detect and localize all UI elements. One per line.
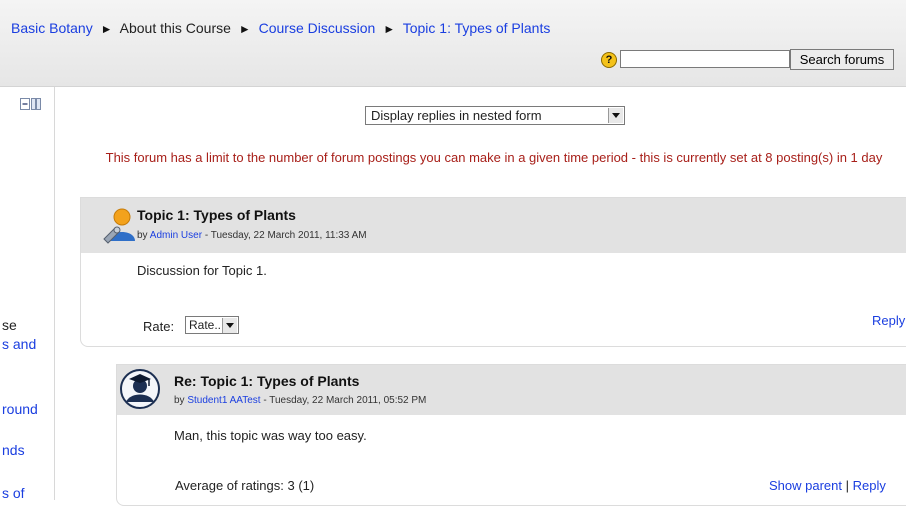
chevron-down-icon[interactable] xyxy=(608,108,623,123)
page-header: Basic Botany ► About this Course ► Cours… xyxy=(0,0,906,87)
chevron-down-icon[interactable] xyxy=(222,318,237,333)
sidebar-fragment: se xyxy=(2,317,17,333)
breadcrumb-separator: ► xyxy=(100,22,113,36)
student-avatar-icon[interactable] xyxy=(120,368,160,410)
breadcrumb-course-discussion[interactable]: Course Discussion xyxy=(259,20,376,36)
action-divider: | xyxy=(842,478,853,493)
breadcrumb-about-course[interactable]: About this Course xyxy=(120,20,231,36)
reply-link[interactable]: Reply xyxy=(872,313,905,328)
post-date: - Tuesday, 22 March 2011, 05:52 PM xyxy=(260,395,427,406)
post-date: - Tuesday, 22 March 2011, 11:33 AM xyxy=(202,230,367,241)
breadcrumb-topic-1[interactable]: Topic 1: Types of Plants xyxy=(403,20,551,36)
byline-prefix: by xyxy=(174,395,188,406)
sidebar-link-fragment[interactable]: nds xyxy=(2,442,25,458)
search-forums-button[interactable]: Search forums xyxy=(790,49,894,70)
average-ratings: Average of ratings: 3 (1) xyxy=(175,478,315,493)
breadcrumb-separator: ► xyxy=(238,22,251,36)
search-input[interactable] xyxy=(620,50,790,68)
forum-post: Topic 1: Types of Plants by Admin User -… xyxy=(80,197,906,347)
author-link[interactable]: Student1 AATest xyxy=(187,395,260,406)
breadcrumb-separator: ► xyxy=(383,22,396,36)
post-title: Topic 1: Types of Plants xyxy=(137,207,296,223)
help-icon[interactable]: ? xyxy=(601,52,617,68)
dock-block-icon[interactable] xyxy=(20,98,42,110)
post-byline: by Admin User - Tuesday, 22 March 2011, … xyxy=(137,230,367,241)
post-byline: by Student1 AATest - Tuesday, 22 March 2… xyxy=(174,395,426,406)
rate-select[interactable]: Rate... xyxy=(185,316,239,334)
admin-user-avatar-icon[interactable] xyxy=(101,205,137,245)
post-title: Re: Topic 1: Types of Plants xyxy=(174,373,360,389)
rate-label: Rate: xyxy=(143,319,175,334)
display-mode-select[interactable]: Display replies in nested form xyxy=(365,106,625,125)
posting-limit-notice: This forum has a limit to the number of … xyxy=(105,150,883,165)
rate-select-value: Rate... xyxy=(189,318,225,332)
display-mode-value: Display replies in nested form xyxy=(371,108,542,123)
post-actions: Show parent | Reply xyxy=(769,478,886,493)
show-parent-link[interactable]: Show parent xyxy=(769,478,842,493)
post-body: Man, this topic was way too easy. xyxy=(174,428,367,443)
sidebar-link-fragment[interactable]: round xyxy=(2,401,38,417)
byline-prefix: by xyxy=(137,230,150,241)
breadcrumb-basic-botany[interactable]: Basic Botany xyxy=(11,20,93,36)
post-body: Discussion for Topic 1. xyxy=(137,263,267,278)
left-sidebar: se s and round nds s of xyxy=(0,87,55,500)
sidebar-link-fragment[interactable]: s of xyxy=(2,485,25,500)
author-link[interactable]: Admin User xyxy=(150,230,202,241)
sidebar-link-fragment[interactable]: s and xyxy=(2,336,36,352)
reply-link[interactable]: Reply xyxy=(853,478,886,493)
breadcrumb: Basic Botany ► About this Course ► Cours… xyxy=(11,20,550,36)
forum-reply-post: Re: Topic 1: Types of Plants by Student1… xyxy=(116,364,906,506)
